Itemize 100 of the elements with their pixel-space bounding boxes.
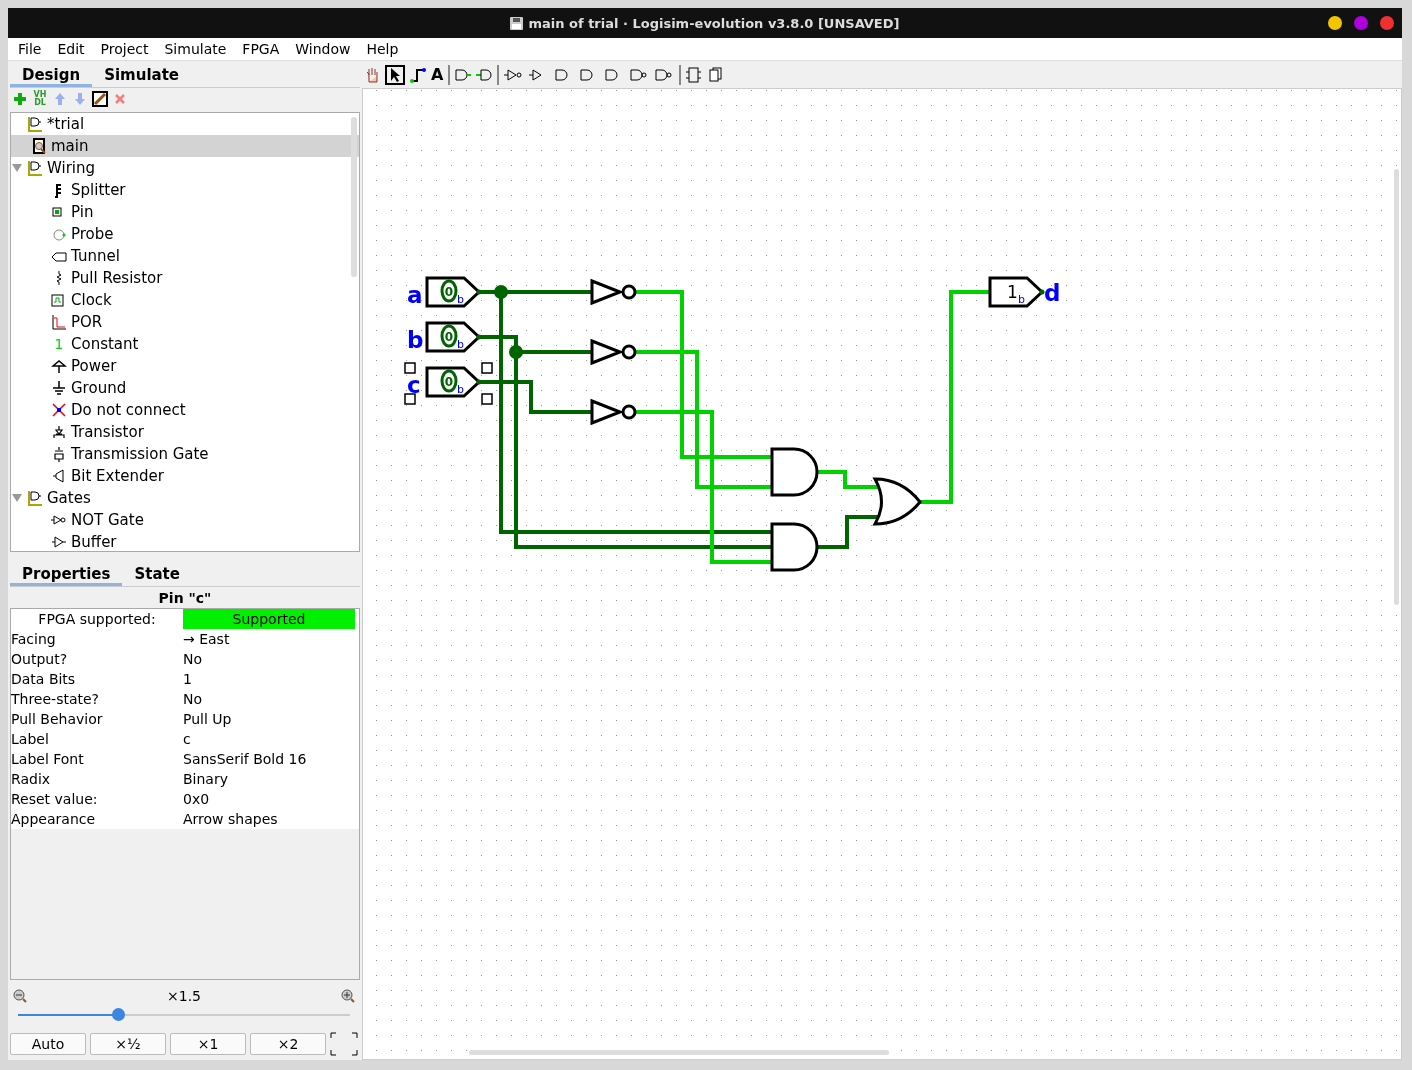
tree-item[interactable]: Probe: [71, 225, 114, 243]
expand-toggle-icon[interactable]: [11, 163, 23, 173]
property-value[interactable]: 1: [183, 671, 355, 687]
zoom-out-icon[interactable]: [12, 988, 28, 1004]
nand-gate-tool-icon[interactable]: [629, 66, 650, 83]
scrollbar[interactable]: [469, 1050, 889, 1055]
close-button[interactable]: [1380, 16, 1394, 30]
property-name: Data Bits: [11, 671, 77, 687]
maximize-button[interactable]: [1354, 16, 1368, 30]
extender-icon: [51, 468, 67, 484]
library-icon: [27, 160, 43, 176]
tree-item[interactable]: NOT Gate: [71, 511, 144, 529]
scrollbar[interactable]: [351, 117, 357, 277]
pin-value: 0: [440, 279, 458, 303]
hand-icon[interactable]: [364, 66, 380, 83]
tab[interactable]: Simulate: [92, 61, 191, 87]
circuit-icon: [31, 138, 47, 154]
tree-item[interactable]: main: [11, 135, 359, 157]
menu-item[interactable]: FPGA: [234, 41, 288, 57]
scrollbar[interactable]: [1394, 169, 1399, 605]
tree-item[interactable]: Buffer: [71, 533, 117, 551]
property-value[interactable]: Pull Up: [183, 711, 355, 727]
input-pin-tool-icon[interactable]: [455, 66, 472, 83]
input-pin[interactable]: [404, 362, 493, 405]
not-gate[interactable]: [590, 338, 637, 366]
output-pin-tool-icon[interactable]: [476, 66, 493, 83]
power-icon: [51, 358, 67, 374]
probe-icon: [51, 226, 67, 242]
property-value[interactable]: SansSerif Bold 16: [183, 751, 355, 767]
buffer-icon: [51, 534, 67, 550]
wire-tool-icon[interactable]: [410, 66, 426, 83]
add-icon[interactable]: [12, 91, 28, 107]
output-pin[interactable]: [988, 276, 1045, 308]
property-value[interactable]: Arrow shapes: [183, 811, 355, 827]
property-value[interactable]: → East: [183, 631, 355, 647]
pin-value: 0: [440, 369, 458, 393]
pin-label: b: [407, 327, 424, 353]
select-tool-icon[interactable]: [385, 64, 405, 85]
tab[interactable]: State: [122, 560, 192, 586]
property-value[interactable]: Binary: [183, 771, 355, 787]
nor-gate-tool-icon[interactable]: [654, 66, 675, 83]
tree-item[interactable]: Power: [71, 357, 117, 375]
property-name: Appearance: [11, 811, 97, 827]
menu-item[interactable]: File: [10, 41, 50, 57]
zoom-in-icon[interactable]: [340, 988, 356, 1004]
register-icon[interactable]: [707, 66, 724, 83]
not-icon: [51, 512, 67, 528]
zoom-button[interactable]: ×1: [170, 1033, 246, 1055]
expand-toggle-icon[interactable]: [11, 493, 23, 503]
menu-item[interactable]: Edit: [49, 41, 93, 57]
tree-item[interactable]: POR: [71, 313, 103, 331]
pin-label: d: [1044, 280, 1061, 306]
tab[interactable]: Properties: [10, 560, 123, 586]
slider-thumb[interactable]: [111, 1008, 125, 1021]
tree-item[interactable]: Wiring: [47, 159, 96, 177]
fullscreen-icon[interactable]: [330, 1032, 358, 1056]
tab[interactable]: Design: [10, 61, 93, 87]
tree-item[interactable]: *trial: [47, 115, 85, 133]
property-name: Label Font: [11, 751, 85, 767]
not-gate[interactable]: [590, 398, 637, 426]
not-gate-tool-icon[interactable]: [504, 66, 525, 83]
or-gate[interactable]: [873, 477, 922, 526]
and-gate[interactable]: [770, 447, 819, 497]
radix-label: b: [457, 338, 464, 351]
tree-item[interactable]: Bit Extender: [71, 467, 164, 485]
tree-item[interactable]: Pull Resistor: [71, 269, 163, 287]
menu-item[interactable]: Project: [92, 41, 157, 57]
zoom-button[interactable]: Auto: [10, 1033, 86, 1055]
menu-item[interactable]: Help: [358, 41, 407, 57]
flip-flop-icon[interactable]: [686, 66, 703, 83]
property-name: Three-state?: [11, 691, 101, 707]
zoom-button[interactable]: ×½: [90, 1033, 166, 1055]
property-name: Label: [11, 731, 50, 747]
text-tool[interactable]: A: [431, 65, 444, 84]
tree-item[interactable]: Clock: [71, 291, 112, 309]
pin-label: a: [407, 282, 423, 308]
tree-item[interactable]: Ground: [71, 379, 127, 397]
radix-label: b: [457, 383, 464, 396]
tree-item[interactable]: Gates: [47, 489, 91, 507]
property-value[interactable]: c: [183, 731, 355, 747]
tree-item[interactable]: Tunnel: [71, 247, 120, 265]
property-value[interactable]: No: [183, 691, 355, 707]
tree-item[interactable]: Do not connect: [71, 401, 186, 419]
property-name: Facing: [11, 631, 57, 647]
tree-item[interactable]: Splitter: [71, 181, 126, 199]
property-value[interactable]: 0x0: [183, 791, 355, 807]
not-gate[interactable]: [590, 278, 637, 306]
por-icon: [51, 314, 67, 330]
menu-item[interactable]: Simulate: [156, 41, 235, 57]
tree-item[interactable]: Transmission Gate: [71, 445, 209, 463]
menu-item[interactable]: Window: [287, 41, 359, 57]
minimize-button[interactable]: [1328, 16, 1342, 30]
and-gate[interactable]: [770, 522, 819, 572]
clock-icon: [51, 292, 67, 308]
edit-appearance-icon[interactable]: [92, 91, 108, 107]
zoom-button[interactable]: ×2: [250, 1033, 326, 1055]
tree-item[interactable]: Transistor: [71, 423, 144, 441]
property-value[interactable]: No: [183, 651, 355, 667]
tree-item[interactable]: Constant: [71, 335, 139, 353]
tree-item[interactable]: Pin: [71, 203, 94, 221]
